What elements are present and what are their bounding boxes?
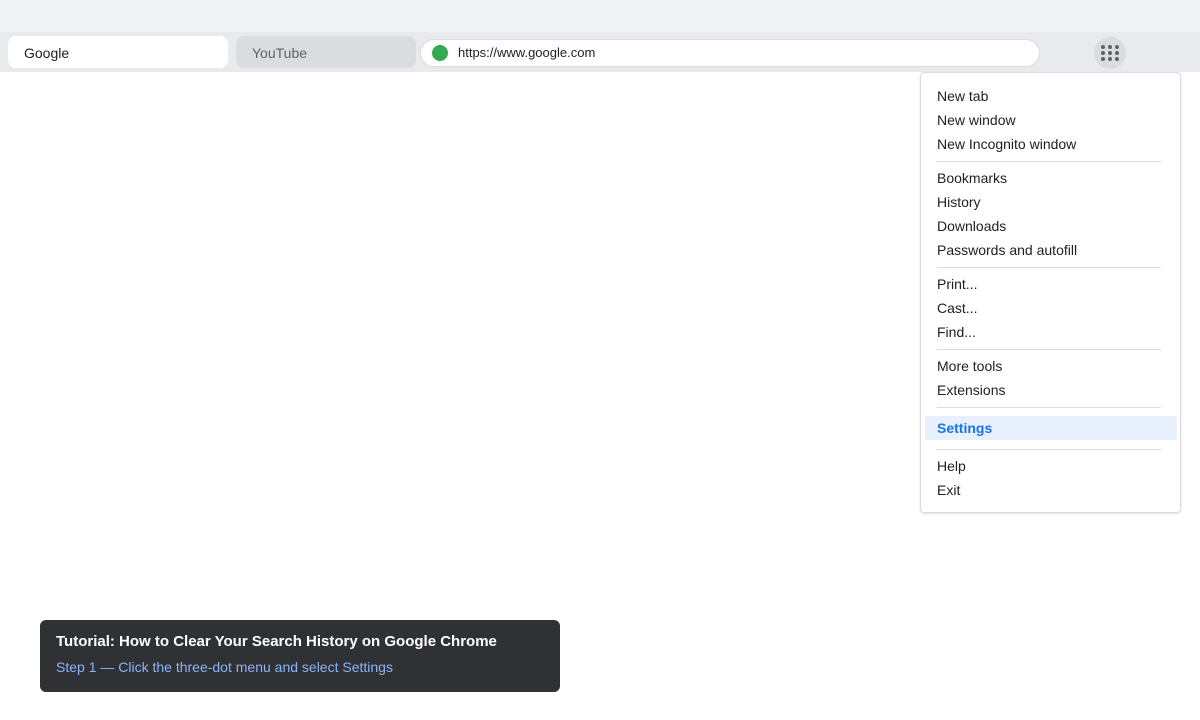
window-title-bar: [0, 0, 1200, 32]
tutorial-caption: Tutorial: How to Clear Your Search Histo…: [40, 620, 560, 692]
menu-item-new-tab[interactable]: New tab: [937, 86, 988, 106]
menu-divider: [937, 449, 1161, 450]
menu-divider: [937, 267, 1161, 268]
browser-toolbar: Google YouTube https://www.google.com: [0, 32, 1200, 72]
menu-item-cast[interactable]: Cast...: [937, 298, 977, 318]
address-bar[interactable]: https://www.google.com: [420, 39, 1040, 67]
menu-item-find[interactable]: Find...: [937, 322, 976, 342]
menu-item-settings[interactable]: Settings: [925, 416, 1177, 440]
menu-item-bookmarks[interactable]: Bookmarks: [937, 168, 1007, 188]
tab-google[interactable]: Google: [8, 36, 228, 68]
menu-item-print[interactable]: Print...: [937, 274, 977, 294]
url-text[interactable]: https://www.google.com: [458, 40, 595, 66]
menu-item-downloads[interactable]: Downloads: [937, 216, 1006, 236]
menu-item-new-window[interactable]: New window: [937, 110, 1016, 130]
menu-divider: [937, 407, 1161, 408]
tutorial-title: Tutorial: How to Clear Your Search Histo…: [56, 633, 497, 650]
menu-item-more-tools[interactable]: More tools: [937, 356, 1002, 376]
menu-divider: [937, 161, 1161, 162]
tab-label: Google: [24, 45, 70, 61]
app-menu-dropdown: New tab New window New Incognito window …: [920, 72, 1181, 513]
menu-item-exit[interactable]: Exit: [937, 480, 960, 500]
tutorial-step: Step 1 — Click the three-dot menu and se…: [56, 659, 393, 675]
menu-item-history[interactable]: History: [937, 192, 981, 212]
tab-label: YouTube: [252, 45, 308, 61]
menu-item-extensions[interactable]: Extensions: [937, 380, 1005, 400]
app-menu-button[interactable]: [1094, 37, 1126, 69]
menu-divider: [937, 349, 1161, 350]
menu-item-new-incognito-window[interactable]: New Incognito window: [937, 134, 1076, 154]
menu-item-help[interactable]: Help: [937, 456, 966, 476]
app-menu-dots-icon: [1101, 45, 1119, 61]
secure-site-icon: [432, 45, 448, 61]
menu-item-passwords-autofill[interactable]: Passwords and autofill: [937, 240, 1077, 260]
tab-youtube[interactable]: YouTube: [236, 36, 416, 68]
